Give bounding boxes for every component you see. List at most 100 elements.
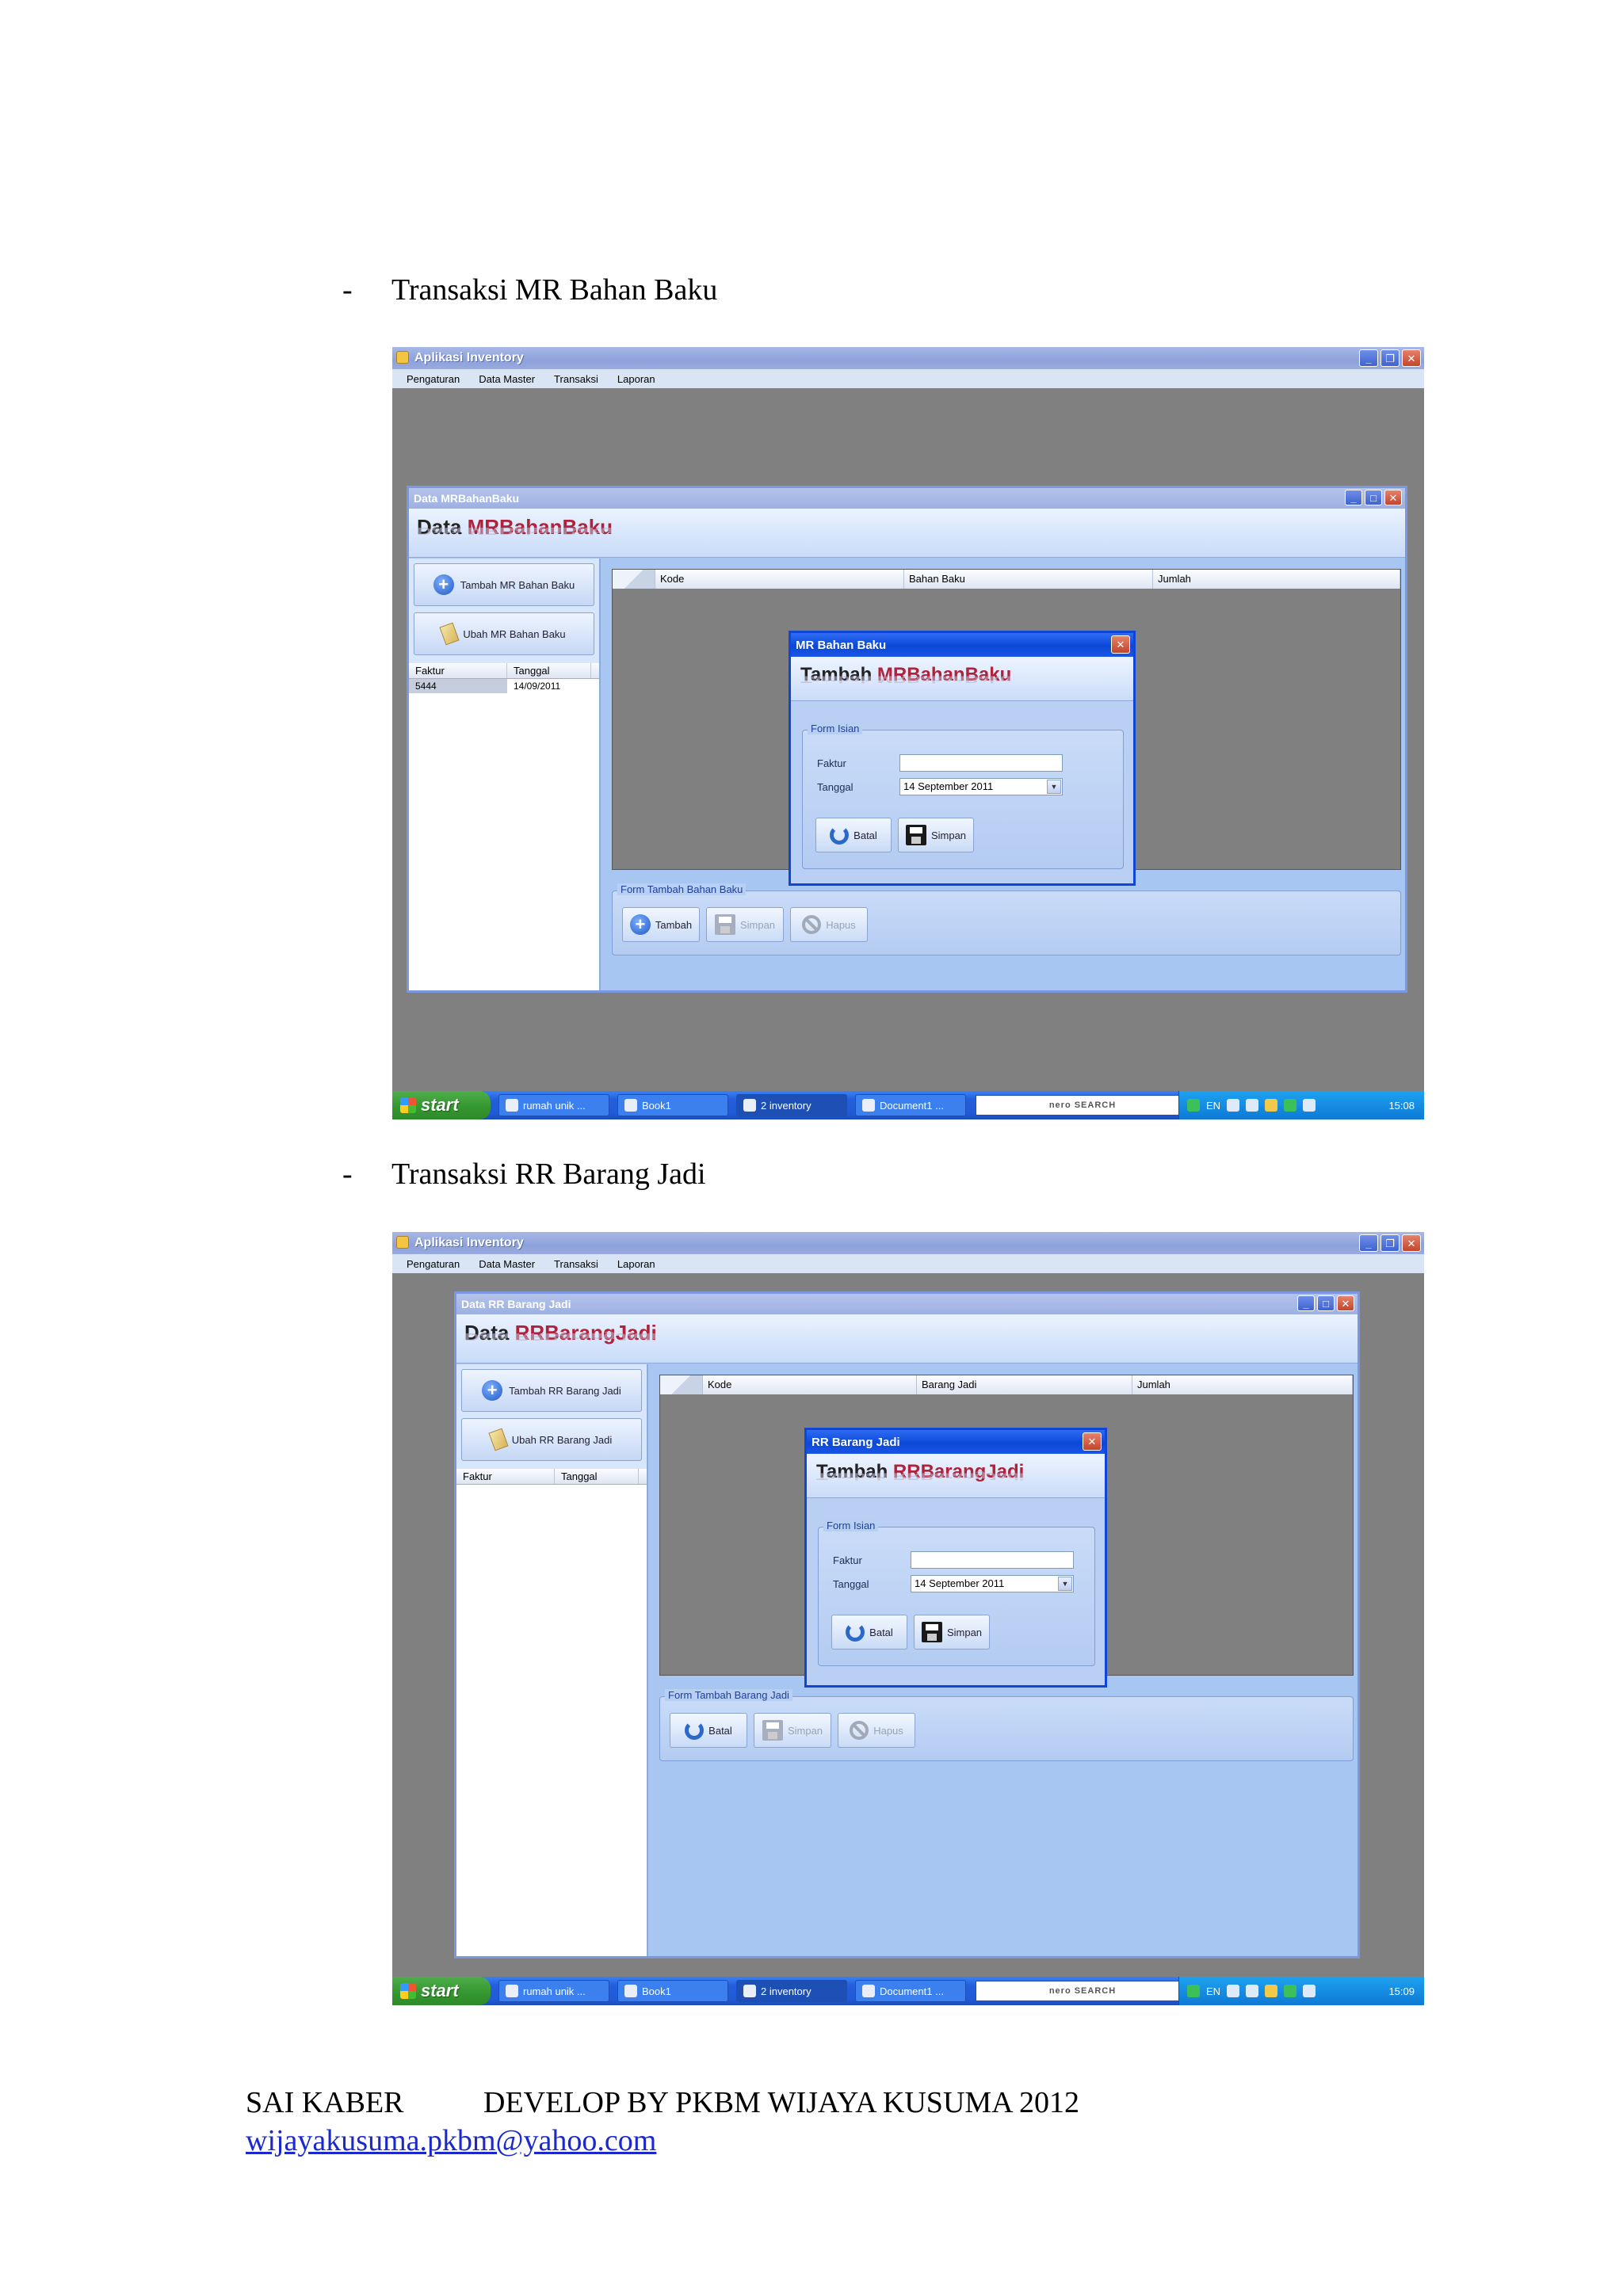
child-header: Data RRBarangJadi Data RRBarangJadi bbox=[456, 1314, 1358, 1363]
menu-bar: Pengaturan Data Master Transaksi Laporan bbox=[392, 369, 1424, 388]
app-title: Aplikasi Inventory bbox=[414, 351, 524, 364]
left-panel: + Tambah RR Barang Jadi Ubah RR Barang J… bbox=[456, 1364, 648, 1956]
menu-transaksi[interactable]: Transaksi bbox=[554, 1258, 598, 1270]
menu-data-master[interactable]: Data Master bbox=[479, 373, 535, 385]
tray-icon[interactable] bbox=[1284, 1985, 1297, 1997]
taskbar-item[interactable]: 2 inventory bbox=[736, 1980, 847, 2002]
language-indicator[interactable]: EN bbox=[1206, 1100, 1220, 1112]
list-item[interactable]: 5444 14/09/2011 bbox=[409, 679, 599, 693]
add-button[interactable]: + Tambah MR Bahan Baku bbox=[414, 563, 594, 606]
menu-data-master[interactable]: Data Master bbox=[479, 1258, 535, 1270]
tray-icon[interactable] bbox=[1246, 1985, 1259, 1997]
volume-icon[interactable] bbox=[1303, 1985, 1316, 1997]
taskbar-item[interactable]: rumah unik ... bbox=[498, 1980, 609, 2002]
tray-icon[interactable] bbox=[1227, 1985, 1240, 1997]
batal-button[interactable]: Batal bbox=[815, 818, 892, 852]
system-tray: EN 15:08 bbox=[1178, 1091, 1424, 1119]
menu-laporan[interactable]: Laporan bbox=[617, 1258, 655, 1270]
close-button[interactable]: ✕ bbox=[1111, 635, 1130, 654]
restore-button[interactable]: ❐ bbox=[1381, 349, 1400, 367]
restore-button[interactable]: ❐ bbox=[1381, 1234, 1400, 1252]
simpan-button[interactable]: Simpan bbox=[898, 818, 974, 852]
taskbar: start rumah unik ... Book1 2 inventory D… bbox=[392, 1091, 1424, 1119]
start-button[interactable]: start bbox=[392, 1977, 491, 2005]
network-icon[interactable] bbox=[1187, 1099, 1200, 1112]
plus-icon: + bbox=[482, 1380, 503, 1401]
header-reflection: Data MRBahanBaku bbox=[417, 525, 613, 537]
taskbar-item[interactable]: Document1 ... bbox=[855, 1980, 966, 2002]
taskbar-item[interactable]: rumah unik ... bbox=[498, 1094, 609, 1116]
language-indicator[interactable]: EN bbox=[1206, 1985, 1220, 1997]
simpan-button[interactable]: Simpan bbox=[754, 1713, 831, 1748]
header-reflection: Tambah RRBarangJadi bbox=[816, 1470, 1025, 1482]
tray-icon[interactable] bbox=[1265, 1099, 1278, 1112]
batal-button[interactable]: Batal bbox=[831, 1615, 907, 1650]
dialog-window: MR Bahan Baku ✕ Tambah MRBahanBaku Tamba… bbox=[789, 631, 1136, 886]
tanggal-date-picker[interactable]: 14 September 2011 ▼ bbox=[899, 778, 1063, 795]
tray-icon[interactable] bbox=[1246, 1099, 1259, 1112]
tray-icon[interactable] bbox=[1265, 1985, 1278, 1997]
add-button[interactable]: + Tambah RR Barang Jadi bbox=[461, 1369, 642, 1412]
app-icon bbox=[396, 351, 409, 364]
search-input[interactable]: nero SEARCH bbox=[976, 1095, 1190, 1116]
close-button[interactable]: ✕ bbox=[1402, 349, 1421, 367]
minimize-button[interactable]: _ bbox=[1359, 349, 1378, 367]
edit-button[interactable]: Ubah MR Bahan Baku bbox=[414, 612, 594, 655]
faktur-input[interactable] bbox=[899, 754, 1063, 772]
menu-pengaturan[interactable]: Pengaturan bbox=[407, 373, 460, 385]
close-button[interactable]: ✕ bbox=[1337, 1295, 1354, 1311]
menu-pengaturan[interactable]: Pengaturan bbox=[407, 1258, 460, 1270]
minimize-button[interactable]: _ bbox=[1359, 1234, 1378, 1252]
dialog-header: Tambah RRBarangJadi Tambah RRBarangJadi bbox=[807, 1454, 1105, 1498]
tray-icon[interactable] bbox=[1227, 1099, 1240, 1112]
footer: SAI KABER DEVELOP BY PKBM WIJAYA KUSUMA … bbox=[246, 2085, 1079, 2120]
taskbar-item[interactable]: Document1 ... bbox=[855, 1094, 966, 1116]
close-button[interactable]: ✕ bbox=[1083, 1432, 1102, 1451]
delete-icon bbox=[850, 1721, 869, 1740]
minimize-button[interactable]: _ bbox=[1297, 1295, 1315, 1311]
windows-logo-icon bbox=[400, 1097, 416, 1113]
edit-icon bbox=[488, 1428, 509, 1451]
footer-email-link[interactable]: wijayakusuma.pkbm@yahoo.com bbox=[246, 2123, 656, 2158]
search-input[interactable]: nero SEARCH bbox=[976, 1981, 1190, 2001]
menu-transaksi[interactable]: Transaksi bbox=[554, 373, 598, 385]
app-title: Aplikasi Inventory bbox=[414, 1236, 524, 1249]
tanggal-date-picker[interactable]: 14 September 2011 ▼ bbox=[911, 1575, 1074, 1592]
faktur-input[interactable] bbox=[911, 1551, 1074, 1569]
minimize-button[interactable]: _ bbox=[1345, 490, 1362, 505]
tambah-button[interactable]: + Tambah bbox=[622, 907, 700, 942]
form-group: Form Tambah Bahan Baku + Tambah Simpan H… bbox=[612, 883, 1401, 955]
menu-laporan[interactable]: Laporan bbox=[617, 373, 655, 385]
simpan-button[interactable]: Simpan bbox=[914, 1615, 990, 1650]
network-icon[interactable] bbox=[1187, 1985, 1200, 1997]
word-icon bbox=[862, 1099, 875, 1112]
edit-button[interactable]: Ubah RR Barang Jadi bbox=[461, 1418, 642, 1461]
dialog-header: Tambah MRBahanBaku Tambah MRBahanBaku bbox=[791, 657, 1133, 701]
clock: 15:08 bbox=[1388, 1099, 1415, 1112]
plus-icon: + bbox=[629, 914, 651, 935]
close-button[interactable]: ✕ bbox=[1384, 490, 1402, 505]
volume-icon[interactable] bbox=[1303, 1099, 1316, 1112]
hapus-button[interactable]: Hapus bbox=[838, 1713, 915, 1748]
close-button[interactable]: ✕ bbox=[1402, 1234, 1421, 1252]
taskbar-item[interactable]: 2 inventory bbox=[736, 1094, 847, 1116]
app-titlebar: Aplikasi Inventory _ ❐ ✕ bbox=[392, 1232, 1424, 1254]
tray-icon[interactable] bbox=[1284, 1099, 1297, 1112]
start-button[interactable]: start bbox=[392, 1091, 491, 1119]
app-icon bbox=[396, 1236, 409, 1249]
list-header: Faktur Tanggal bbox=[409, 663, 599, 679]
batal-button[interactable]: Batal bbox=[670, 1713, 747, 1748]
chevron-down-icon[interactable]: ▼ bbox=[1047, 780, 1061, 794]
header-reflection: Tambah MRBahanBaku bbox=[800, 673, 1012, 685]
hapus-button[interactable]: Hapus bbox=[790, 907, 868, 942]
list-header: Faktur Tanggal bbox=[456, 1469, 647, 1485]
child-title: Data MRBahanBaku bbox=[414, 492, 520, 505]
maximize-button[interactable]: □ bbox=[1365, 490, 1382, 505]
child-titlebar: Data MRBahanBaku _ □ ✕ bbox=[409, 488, 1405, 509]
browser-icon bbox=[506, 1099, 518, 1112]
simpan-button[interactable]: Simpan bbox=[706, 907, 784, 942]
maximize-button[interactable]: □ bbox=[1317, 1295, 1335, 1311]
taskbar-item[interactable]: Book1 bbox=[617, 1980, 728, 2002]
chevron-down-icon[interactable]: ▼ bbox=[1058, 1577, 1072, 1591]
taskbar-item[interactable]: Book1 bbox=[617, 1094, 728, 1116]
